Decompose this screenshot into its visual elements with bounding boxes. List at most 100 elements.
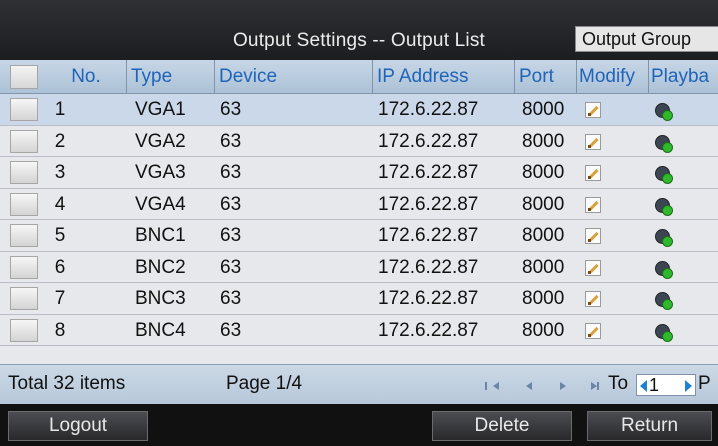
playback-icon[interactable] [655, 323, 673, 342]
row-type: BNC1 [135, 225, 186, 246]
row-number: 4 [54, 193, 66, 215]
table-header: No. Type Device IP Address Port Modify P… [0, 60, 718, 94]
edit-pencil-icon[interactable] [585, 228, 601, 244]
row-checkbox[interactable] [10, 255, 38, 279]
playback-icon[interactable] [655, 134, 673, 153]
row-device: 63 [220, 319, 242, 341]
col-type[interactable]: Type [126, 60, 214, 94]
col-port[interactable]: Port [514, 60, 576, 94]
col-device[interactable]: Device [214, 60, 372, 94]
next-page-icon[interactable] [560, 382, 566, 390]
bottom-toolbar: Logout Delete Return [0, 404, 718, 446]
table-row[interactable]: 7 BNC3 63 172.6.22.87 8000 [0, 283, 718, 315]
table-row[interactable]: 2 VGA2 63 172.6.22.87 8000 [0, 126, 718, 157]
return-button[interactable]: Return [587, 411, 712, 441]
row-device: 63 [220, 193, 242, 215]
row-device: 63 [220, 225, 242, 246]
row-port: 8000 [522, 288, 565, 309]
row-port: 8000 [522, 225, 565, 246]
row-type: BNC3 [135, 288, 186, 309]
playback-icon[interactable] [655, 197, 673, 216]
edit-pencil-icon[interactable] [585, 102, 601, 118]
last-page-icon[interactable] [591, 382, 599, 390]
playback-icon[interactable] [655, 229, 673, 247]
row-port: 8000 [522, 130, 565, 152]
row-ip-address: 172.6.22.87 [378, 130, 479, 152]
row-checkbox[interactable] [10, 192, 38, 216]
table-row[interactable]: 6 BNC2 63 172.6.22.87 8000 [0, 252, 718, 283]
row-number: 8 [54, 319, 66, 341]
output-group-button[interactable]: Output Group [575, 26, 718, 52]
page-number-input[interactable]: 1 [636, 374, 696, 396]
table-row[interactable]: 8 BNC4 63 172.6.22.87 8000 [0, 315, 718, 346]
row-device: 63 [220, 99, 242, 120]
col-modify[interactable]: Modify [576, 60, 648, 94]
row-port: 8000 [522, 193, 565, 215]
row-ip-address: 172.6.22.87 [378, 99, 479, 120]
row-number: 6 [54, 256, 66, 278]
page-suffix-label: P [698, 373, 711, 394]
row-type: VGA3 [135, 162, 186, 183]
playback-icon[interactable] [655, 292, 673, 310]
goto-label: To [608, 373, 629, 394]
row-ip-address: 172.6.22.87 [378, 162, 479, 183]
row-port: 8000 [522, 256, 565, 278]
first-page-icon[interactable] [485, 382, 499, 390]
row-type: VGA4 [135, 193, 186, 215]
row-number: 2 [54, 130, 66, 152]
table-row[interactable]: 4 VGA4 63 172.6.22.87 8000 [0, 189, 718, 220]
playback-icon[interactable] [655, 260, 673, 279]
row-checkbox[interactable] [10, 161, 38, 184]
row-ip-address: 172.6.22.87 [378, 319, 479, 341]
row-checkbox[interactable] [10, 224, 38, 247]
previous-page-icon[interactable] [526, 382, 532, 390]
row-ip-address: 172.6.22.87 [378, 256, 479, 278]
row-number: 5 [54, 225, 66, 246]
page-number-value: 1 [649, 375, 660, 395]
row-port: 8000 [522, 162, 565, 183]
table-row[interactable]: 1 VGA1 63 172.6.22.87 8000 [0, 94, 718, 126]
col-ip-address[interactable]: IP Address [372, 60, 514, 94]
total-items: Total 32 items [8, 373, 126, 394]
row-ip-address: 172.6.22.87 [378, 193, 479, 215]
row-number: 3 [54, 162, 66, 183]
playback-icon[interactable] [655, 103, 673, 121]
row-checkbox[interactable] [10, 129, 38, 153]
table-row[interactable]: 5 BNC1 63 172.6.22.87 8000 [0, 220, 718, 252]
row-ip-address: 172.6.22.87 [378, 225, 479, 246]
page-indicator: Page 1/4 [226, 373, 303, 394]
row-port: 8000 [522, 99, 565, 120]
logout-button[interactable]: Logout [8, 411, 148, 441]
col-no[interactable]: No. [48, 60, 124, 94]
row-type: VGA1 [135, 99, 186, 120]
row-type: BNC2 [135, 256, 186, 278]
row-device: 63 [220, 130, 242, 152]
row-checkbox[interactable] [10, 98, 38, 121]
row-checkbox[interactable] [10, 318, 38, 342]
table-body: 1 VGA1 63 172.6.22.87 8000 2 VGA2 63 172… [0, 94, 718, 346]
select-all-checkbox[interactable] [10, 65, 38, 89]
pagination-bar: Total 32 items Page 1/4 To 1 P [0, 364, 718, 404]
row-device: 63 [220, 162, 242, 183]
row-port: 8000 [522, 319, 565, 341]
decrement-arrow-icon[interactable] [640, 380, 647, 392]
output-list-table: No. Type Device IP Address Port Modify P… [0, 60, 718, 364]
edit-pencil-icon[interactable] [585, 259, 601, 276]
row-number: 7 [54, 288, 66, 309]
edit-pencil-icon[interactable] [585, 133, 601, 150]
table-row[interactable]: 3 VGA3 63 172.6.22.87 8000 [0, 157, 718, 189]
edit-pencil-icon[interactable] [585, 322, 601, 339]
row-number: 1 [54, 99, 66, 120]
edit-pencil-icon[interactable] [585, 196, 601, 213]
row-type: BNC4 [135, 319, 186, 341]
delete-button[interactable]: Delete [432, 411, 572, 441]
playback-icon[interactable] [655, 166, 673, 184]
row-device: 63 [220, 256, 242, 278]
col-playback[interactable]: Playba [648, 60, 718, 94]
row-checkbox[interactable] [10, 287, 38, 310]
increment-arrow-icon[interactable] [685, 380, 692, 392]
edit-pencil-icon[interactable] [585, 291, 601, 307]
row-device: 63 [220, 288, 242, 309]
row-type: VGA2 [135, 130, 186, 152]
edit-pencil-icon[interactable] [585, 165, 601, 181]
